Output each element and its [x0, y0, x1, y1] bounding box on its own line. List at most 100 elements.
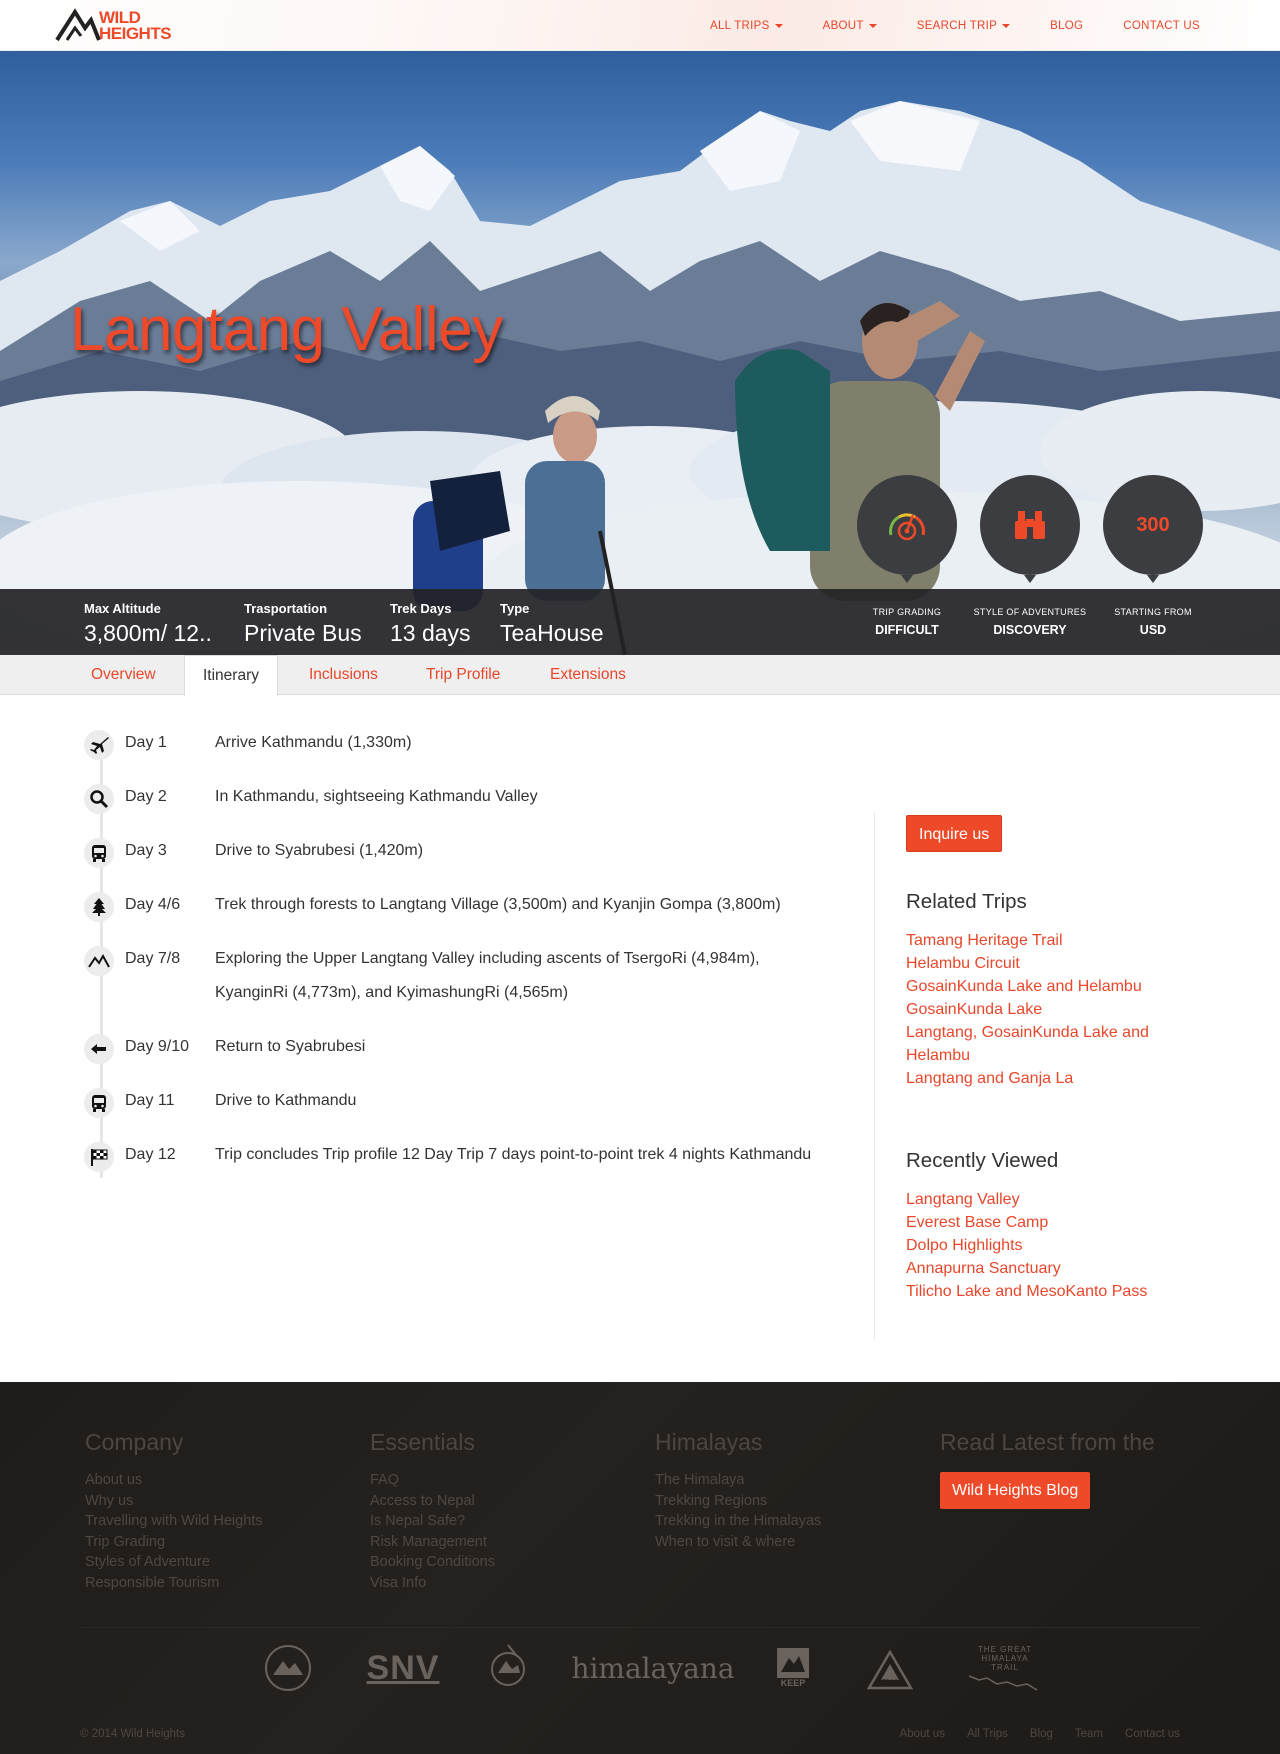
copyright: © 2014 Wild Heights — [80, 1728, 185, 1740]
footer-link[interactable]: Travelling with Wild Heights — [85, 1511, 263, 1532]
site-header: WILD HEIGHTS ALL TRIPS ABOUT SEARCH TRIP… — [0, 0, 1280, 51]
checkered-flag-icon — [84, 1142, 114, 1172]
recently-viewed-heading: Recently Viewed — [906, 1149, 1059, 1172]
footer-bottom-link[interactable]: About us — [900, 1728, 945, 1740]
tab-trip-profile[interactable]: Trip Profile — [426, 655, 500, 695]
sidebar-divider — [874, 812, 875, 1340]
footer-link[interactable]: When to visit & where — [655, 1532, 821, 1553]
related-trip-link[interactable]: Tamang Heritage Trail — [906, 929, 1176, 952]
adventure-style-badge[interactable] — [980, 475, 1080, 583]
recent-trip-link[interactable]: Annapurna Sanctuary — [906, 1257, 1176, 1280]
inquire-button[interactable]: Inquire us — [906, 815, 1003, 852]
sma-text: SMA — [881, 1677, 899, 1687]
trip-title: Langtang Valley — [70, 295, 503, 364]
partner-taan-logo[interactable] — [485, 1640, 531, 1696]
site-footer: Company About us Why us Travelling with … — [0, 1382, 1280, 1754]
footer-bottom-link[interactable]: Blog — [1030, 1728, 1053, 1740]
partner-keep-logo[interactable]: KEEP — [775, 1640, 811, 1696]
nav-label: SEARCH TRIP — [916, 19, 998, 32]
blog-button[interactable]: Wild Heights Blog — [940, 1472, 1091, 1509]
main-nav: ALL TRIPS ABOUT SEARCH TRIP BLOG CONTACT… — [710, 0, 1200, 51]
plane-icon — [84, 730, 114, 760]
footer-bottom-link[interactable]: All Trips — [967, 1728, 1008, 1740]
day-description: In Kathmandu, sightseeing Kathmandu Vall… — [215, 788, 538, 805]
footer-blog-column: Read Latest from the Wild Heights Blog — [940, 1429, 1155, 1509]
footer-link[interactable]: Access to Nepal — [370, 1491, 495, 1512]
recent-trip-link[interactable]: Everest Base Camp — [906, 1211, 1176, 1234]
related-trip-link[interactable]: Langtang, GosainKunda Lake and Helambu — [906, 1021, 1176, 1067]
footer-separator — [80, 1627, 1200, 1628]
day-label: Day 2 — [125, 788, 167, 805]
info-value: 3,800m/ 12.. — [84, 620, 212, 646]
related-trip-link[interactable]: Langtang and Ganja La — [906, 1067, 1176, 1090]
nav-about[interactable]: ABOUT — [823, 20, 877, 32]
partner-sma-logo[interactable]: SMA — [865, 1640, 915, 1696]
footer-link[interactable]: Risk Management — [370, 1532, 495, 1553]
trip-grading-badge[interactable] — [857, 475, 957, 583]
nav-all-trips[interactable]: ALL TRIPS — [710, 20, 783, 32]
footer-link[interactable]: The Himalaya — [655, 1470, 821, 1491]
related-trip-link[interactable]: GosainKunda Lake and Helambu — [906, 975, 1176, 998]
nav-blog[interactable]: BLOG — [1050, 20, 1083, 32]
tab-itinerary[interactable]: Itinerary — [184, 655, 278, 696]
bus-icon — [84, 838, 114, 868]
related-trip-link[interactable]: GosainKunda Lake — [906, 998, 1176, 1021]
tree-icon — [84, 892, 114, 922]
caret-down-icon — [868, 23, 877, 28]
recent-trip-link[interactable]: Langtang Valley — [906, 1188, 1176, 1211]
footer-heading: Company — [85, 1429, 184, 1455]
day-label: Day 11 — [125, 1092, 175, 1109]
stat-label: TRIP GRADING — [872, 607, 942, 617]
footer-bottom-links: About us All Trips Blog Team Contact us — [900, 1728, 1180, 1740]
related-trips-list: Tamang Heritage Trail Helambu Circuit Go… — [906, 929, 1176, 1090]
partner-great-himalaya-trail-logo[interactable]: THE GREAT HIMALAYA TRAIL — [965, 1640, 1045, 1696]
footer-link[interactable]: Trekking in the Himalayas — [655, 1511, 821, 1532]
nav-label: ABOUT — [822, 19, 864, 32]
day-label: Day 4/6 — [125, 896, 181, 913]
footer-link[interactable]: Booking Conditions — [370, 1552, 495, 1573]
footer-link[interactable]: Visa Info — [370, 1573, 495, 1594]
tab-inclusions[interactable]: Inclusions — [309, 655, 378, 695]
nav-search-trip[interactable]: SEARCH TRIP — [916, 19, 1011, 32]
footer-link[interactable]: Responsible Tourism — [85, 1573, 263, 1594]
bus-icon — [84, 1088, 114, 1118]
caret-down-icon — [774, 23, 783, 28]
footer-link[interactable]: Trekking Regions — [655, 1491, 821, 1512]
footer-link[interactable]: FAQ — [370, 1470, 495, 1491]
recently-viewed-list: Langtang Valley Everest Base Camp Dolpo … — [906, 1188, 1176, 1303]
footer-link[interactable]: Why us — [85, 1491, 263, 1512]
nav-label: ALL TRIPS — [710, 19, 770, 32]
info-label: Type — [500, 601, 530, 616]
day-description: Drive to Syabrubesi (1,420m) — [215, 842, 424, 859]
trip-info-bar: Max Altitude 3,800m/ 12.. Trasportation … — [0, 589, 1280, 655]
partner-himalayana-logo[interactable]: himalayana — [571, 1640, 734, 1696]
footer-bottom-link[interactable]: Team — [1075, 1728, 1103, 1740]
footer-essentials-column: Essentials FAQ Access to Nepal Is Nepal … — [370, 1429, 495, 1593]
caret-down-icon — [1002, 23, 1011, 28]
day-label: Day 1 — [125, 734, 167, 751]
partner-snv-logo[interactable]: SNV — [367, 1640, 439, 1696]
recent-trip-link[interactable]: Tilicho Lake and MesoKanto Pass — [906, 1280, 1176, 1303]
footer-bottom-link[interactable]: Contact us — [1125, 1728, 1180, 1740]
footer-link[interactable]: About us — [85, 1470, 263, 1491]
day-label: Day 3 — [125, 842, 167, 859]
footer-link[interactable]: Styles of Adventure — [85, 1552, 263, 1573]
footer-link[interactable]: Trip Grading — [85, 1532, 263, 1553]
day-description: Trek through forests to Langtang Village… — [215, 896, 781, 913]
day-description: Exploring the Upper Langtang Valley incl… — [215, 950, 760, 1001]
footer-link[interactable]: Is Nepal Safe? — [370, 1511, 495, 1532]
nav-contact-us[interactable]: CONTACT US — [1123, 20, 1200, 32]
stat-label: STARTING FROM — [1114, 607, 1192, 617]
logo[interactable]: WILD HEIGHTS — [55, 6, 205, 46]
nav-label: BLOG — [1050, 19, 1084, 32]
tab-extensions[interactable]: Extensions — [550, 655, 626, 695]
recent-trip-link[interactable]: Dolpo Highlights — [906, 1234, 1176, 1257]
related-trip-link[interactable]: Helambu Circuit — [906, 952, 1176, 975]
partner-emblem-logo[interactable] — [258, 1640, 318, 1696]
price-badge[interactable]: 300 — [1103, 475, 1203, 583]
stat-label: STYLE OF ADVENTURES — [973, 607, 1087, 617]
tab-overview[interactable]: Overview — [91, 655, 156, 695]
ght-text: THE GREAT HIMALAYA TRAIL — [977, 1644, 1033, 1672]
footer-heading: Read Latest from the — [940, 1429, 1155, 1455]
day-description: Arrive Kathmandu (1,330m) — [215, 734, 412, 751]
